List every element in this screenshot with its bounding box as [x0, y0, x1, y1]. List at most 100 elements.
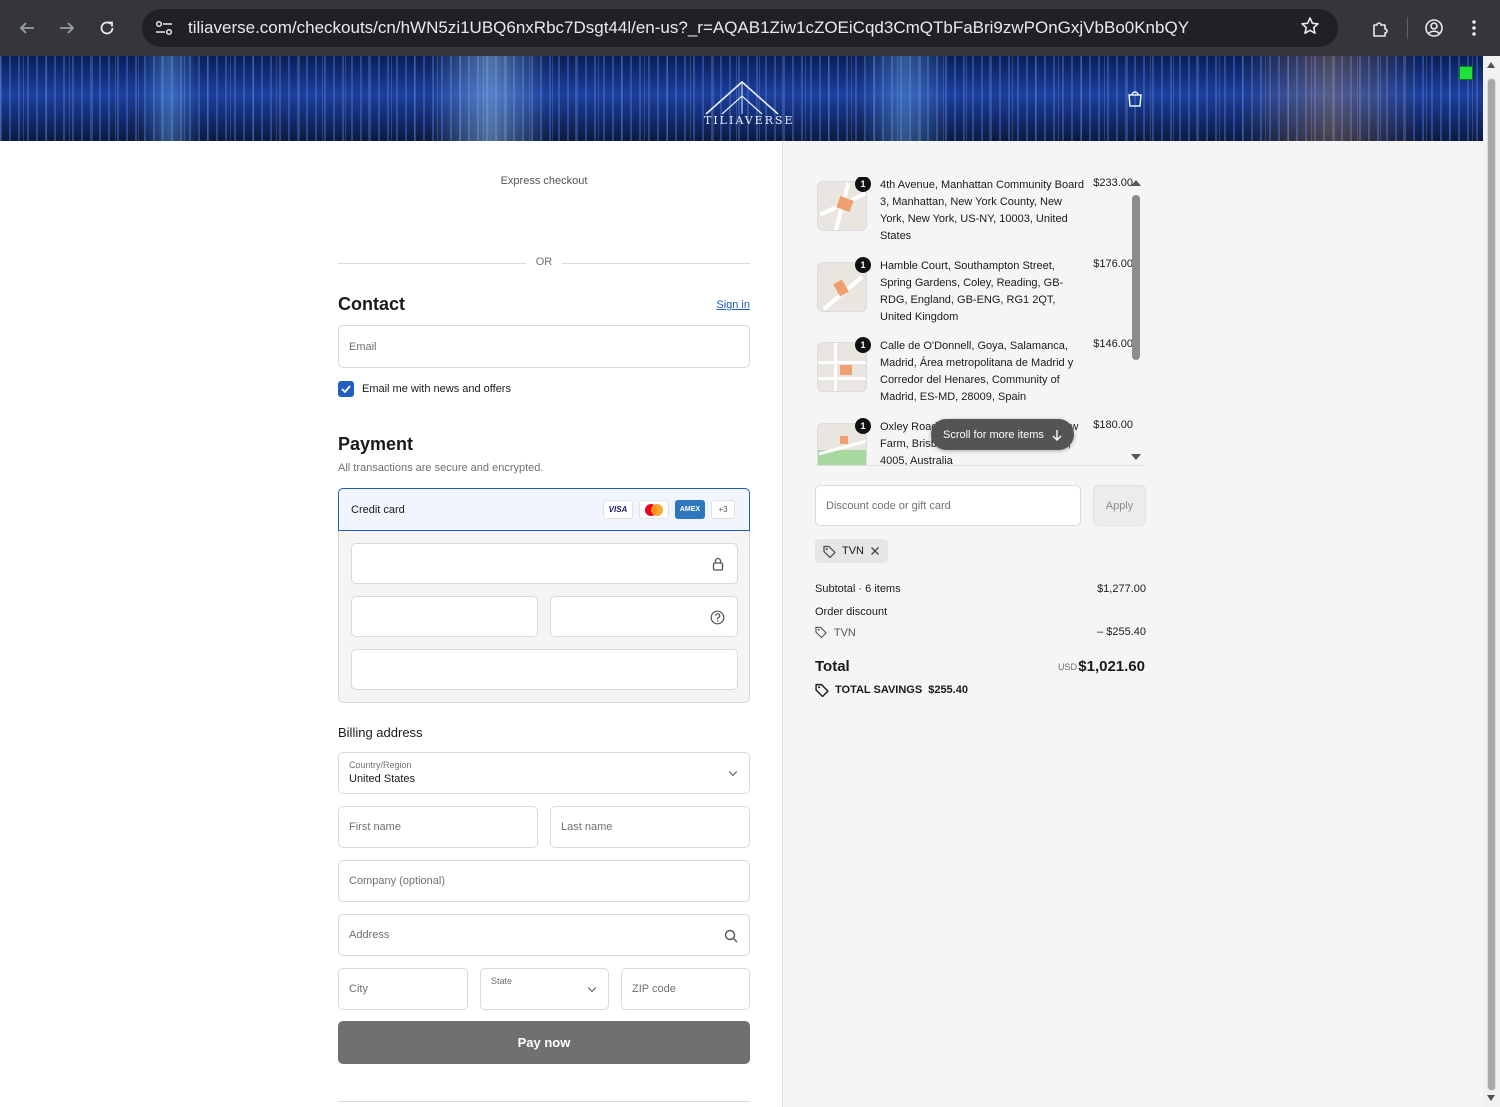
subtotal-label: Subtotal · 6 items: [815, 583, 901, 595]
forward-icon[interactable]: [47, 8, 87, 48]
scroll-hint-label: Scroll for more items: [943, 428, 1044, 441]
billing-address-heading: Billing address: [338, 725, 423, 740]
scroll-down-arrow-icon[interactable]: [1131, 454, 1141, 460]
item-quantity-badge: 1: [855, 177, 871, 192]
newsletter-label: Email me with news and offers: [362, 383, 511, 395]
more-cards-badge: +3: [711, 500, 735, 519]
card-number-field[interactable]: [351, 543, 738, 584]
chevron-down-icon: [587, 983, 597, 993]
company-placeholder: Company (optional): [349, 875, 445, 887]
cart-bag-icon[interactable]: [1125, 88, 1145, 113]
scroll-up-arrow-icon[interactable]: [1487, 62, 1495, 68]
reload-icon[interactable]: [87, 8, 127, 48]
savings-label: TOTAL SAVINGS: [835, 684, 923, 696]
address-bar[interactable]: tiliaverse.com/checkouts/cn/hWN5zi1UBQ6n…: [142, 9, 1338, 47]
newsletter-option[interactable]: Email me with news and offers: [338, 381, 511, 397]
store-banner: TILIAVERSE: [0, 56, 1483, 141]
banner-light-streak: [430, 56, 550, 141]
first-name-field[interactable]: First name: [338, 806, 538, 848]
menu-dots-icon[interactable]: [1454, 8, 1494, 48]
last-name-field[interactable]: Last name: [550, 806, 750, 848]
contact-heading: Contact: [338, 294, 405, 314]
item-description: Hamble Court, Southampton Street, Spring…: [880, 260, 1064, 323]
scroll-for-more-button[interactable]: Scroll for more items: [931, 419, 1074, 450]
discount-code-input[interactable]: Discount code or gift card: [815, 485, 1081, 526]
tag-icon: [823, 545, 836, 558]
zip-field[interactable]: ZIP code: [621, 968, 750, 1010]
payment-subtitle: All transactions are secure and encrypte…: [338, 462, 544, 474]
country-value: United States: [349, 773, 416, 785]
chevron-down-icon: [728, 767, 738, 777]
item-price: $233.00: [1093, 177, 1133, 189]
amex-logo-icon: AMEX: [675, 500, 705, 519]
apply-discount-button[interactable]: Apply: [1093, 485, 1146, 526]
scroll-up-arrow-icon[interactable]: [1131, 180, 1141, 186]
applied-discount-chip: TVN: [815, 539, 888, 563]
back-icon[interactable]: [7, 8, 47, 48]
total-label: Total: [815, 658, 850, 675]
savings-value: $255.40: [928, 684, 968, 696]
item-description: 4th Avenue, Manhattan Community Board 3,…: [880, 179, 1085, 242]
pay-now-button[interactable]: Pay now: [338, 1021, 750, 1064]
country-label: Country/Region: [349, 760, 412, 770]
card-brand-logos: VISA AMEX +3: [603, 500, 735, 519]
express-checkout-label: Express checkout: [500, 175, 588, 187]
items-scrollbar[interactable]: [1131, 177, 1143, 466]
or-divider: OR: [338, 255, 750, 271]
banner-light-streak: [1240, 56, 1420, 141]
address-field[interactable]: Address: [338, 914, 750, 956]
state-select[interactable]: State: [480, 968, 609, 1010]
page-scrollbar[interactable]: [1483, 56, 1500, 1107]
site-info-icon[interactable]: [146, 14, 182, 42]
sign-in-link[interactable]: Sign in: [700, 299, 750, 311]
mastercard-logo-icon: [639, 500, 669, 519]
tag-icon: [815, 626, 827, 639]
credit-card-section: Credit card VISA AMEX +3: [338, 488, 750, 703]
email-field[interactable]: Email: [338, 325, 750, 368]
total-value: $1,021.60: [1078, 658, 1145, 675]
item-quantity-badge: 1: [855, 337, 871, 353]
or-text: OR: [535, 256, 553, 268]
savings-tag-icon: [815, 683, 829, 697]
footer-divider: [338, 1101, 750, 1102]
card-cvv-field[interactable]: [550, 596, 738, 637]
arrow-down-icon: [1052, 429, 1062, 441]
search-icon: [724, 929, 738, 943]
page-scroll-thumb[interactable]: [1487, 78, 1496, 1091]
banner-light-streak: [140, 56, 200, 141]
order-discount-label: Order discount: [815, 606, 888, 618]
first-name-placeholder: First name: [349, 821, 401, 833]
order-summary: 1 4th Avenue, Manhattan Community Board …: [782, 141, 1483, 1107]
discount-code-row: TVN – $255.40: [815, 626, 1146, 639]
banner-logo-text: TILIAVERSE: [704, 114, 795, 127]
bookmark-star-icon[interactable]: [1300, 16, 1320, 42]
order-discount-row: Order discount: [815, 606, 1146, 618]
newsletter-checkbox[interactable]: [338, 381, 354, 397]
city-field[interactable]: City: [338, 968, 468, 1010]
extensions-icon[interactable]: [1361, 8, 1401, 48]
checkout-form: Express checkout OR Contact Sign in Emai…: [0, 141, 782, 1107]
credit-card-option[interactable]: Credit card VISA AMEX +3: [338, 488, 750, 531]
remove-discount-icon[interactable]: [870, 546, 880, 556]
url-text[interactable]: tiliaverse.com/checkouts/cn/hWN5zi1UBQ6n…: [188, 18, 1288, 38]
status-indicator: [1459, 66, 1473, 80]
credit-card-label: Credit card: [351, 504, 405, 516]
banner-light-streak: [860, 56, 950, 141]
discount-code-text: TVN: [833, 627, 856, 639]
profile-icon[interactable]: [1414, 8, 1454, 48]
country-select[interactable]: Country/Region United States: [338, 752, 750, 794]
total-savings: TOTAL SAVINGS $255.40: [815, 683, 968, 697]
lock-icon: [712, 557, 724, 571]
visa-logo-icon: VISA: [603, 500, 633, 519]
scroll-down-arrow-icon[interactable]: [1487, 1095, 1495, 1101]
total-currency: USD: [1058, 662, 1078, 672]
item-price: $180.00: [1093, 419, 1133, 431]
items-scroll-thumb[interactable]: [1132, 195, 1140, 360]
last-name-placeholder: Last name: [561, 821, 613, 833]
cart-items-list[interactable]: 1 4th Avenue, Manhattan Community Board …: [815, 177, 1145, 466]
card-name-field[interactable]: [351, 649, 738, 690]
card-expiry-field[interactable]: [351, 596, 538, 637]
item-quantity-badge: 1: [855, 418, 871, 434]
company-field[interactable]: Company (optional): [338, 860, 750, 902]
help-circle-icon[interactable]: [710, 610, 725, 625]
